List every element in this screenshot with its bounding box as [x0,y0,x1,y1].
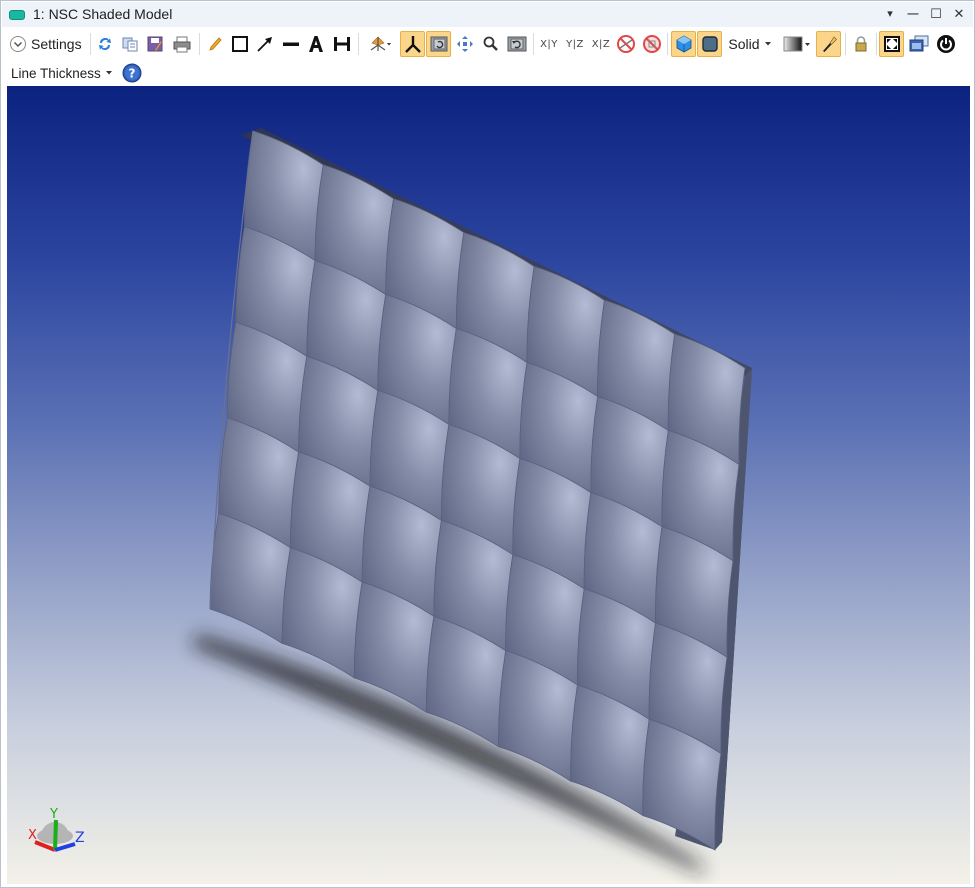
cube-icon [676,35,691,53]
help-button[interactable]: ? [121,60,143,86]
axes-icon [404,36,421,53]
solid-box-icon [701,36,718,52]
view-yz-label: Y|Z [566,38,584,50]
secondary-toolbar: Line Thickness ? [2,59,973,85]
maximize-button[interactable]: ☐ [926,5,946,23]
y-axis-arrow [53,819,58,851]
rotate-view-icon [370,36,391,51]
view-xy-label: X|Y [540,38,558,50]
shaded-cube-button[interactable] [671,31,696,57]
fit-window-button[interactable] [879,31,904,57]
lock-icon [855,36,867,52]
svg-text:?: ? [129,67,136,81]
print-button[interactable] [170,31,194,57]
separator [199,33,200,55]
gradient-icon [783,36,810,52]
hide-objects-button[interactable] [640,31,664,57]
pan-icon [457,36,473,52]
separator [533,33,534,55]
copy-icon [122,37,138,52]
new-window-button[interactable] [907,31,931,57]
window-menu-button[interactable]: ▾ [880,5,900,23]
pencil-icon [209,37,222,51]
dimension-button[interactable] [331,31,353,57]
rotate-view-dropdown[interactable] [364,31,396,57]
zoom-icon [483,36,498,51]
separator [667,33,668,55]
flashlight-icon [822,36,837,52]
power-icon [937,35,955,53]
refresh-button[interactable] [94,31,116,57]
settings-button[interactable]: Settings [9,31,87,57]
no-rays-icon [617,35,635,53]
line-button[interactable] [280,31,302,57]
solid-box-button[interactable] [697,31,722,57]
view-xy-button[interactable]: X|Y [537,31,561,57]
3d-viewport[interactable]: X Y Z [7,86,970,884]
help-icon: ? [122,63,142,83]
window-icon [909,35,929,52]
reset-view-button[interactable] [505,31,529,57]
window-icon [9,10,25,20]
chevron-down-circle-icon [10,36,26,52]
background-gradient-dropdown[interactable] [781,31,813,57]
fit-window-icon [883,36,900,52]
settings-label: Settings [31,36,82,52]
dropdown-arrow-icon [764,42,771,46]
lenslet-array-model [209,128,752,851]
view-xz-button[interactable]: X|Z [589,31,613,57]
close-button[interactable]: ✕ [949,5,969,23]
z-axis-label: Z [75,830,85,846]
arrow-button[interactable] [254,31,276,57]
rectangle-button[interactable] [229,31,251,57]
zoom-fit-button[interactable] [426,31,451,57]
line-icon [283,42,299,46]
separator [358,33,359,55]
line-thickness-dropdown[interactable]: Line Thickness [11,60,117,86]
pencil-button[interactable] [204,31,226,57]
print-icon [173,36,191,53]
x-axis-label: X [28,828,37,843]
arrow-icon [257,37,272,52]
reset-view-icon [507,36,527,52]
pan-button[interactable] [453,31,477,57]
power-button[interactable] [934,31,958,57]
hide-rays-button[interactable] [614,31,638,57]
render-mode-dropdown[interactable]: Solid [726,31,776,57]
window-title: 1: NSC Shaded Model [33,6,173,22]
separator [90,33,91,55]
z-axis-arrow [54,842,76,852]
separator [845,33,846,55]
copy-button[interactable] [119,31,141,57]
text-button[interactable] [305,31,327,57]
save-button[interactable] [144,31,166,57]
nsc-shaded-model-window: 1: NSC Shaded Model ▾ — ☐ ✕ Settings X|Y… [0,0,975,888]
no-objects-icon [643,35,661,53]
view-xz-label: X|Z [591,38,611,50]
text-icon [309,36,323,52]
view-yz-button[interactable]: Y|Z [563,31,587,57]
dropdown-arrow-icon [105,71,112,75]
y-axis-label: Y [49,807,58,822]
separator [876,33,877,55]
axis-triad: X Y Z [28,807,85,852]
lighting-button[interactable] [816,31,841,57]
scene-canvas[interactable]: X Y Z [7,86,970,884]
dimension-icon [334,37,350,51]
render-mode-value: Solid [728,36,760,52]
axes-toggle-button[interactable] [400,31,425,57]
main-toolbar: Settings X|Y Y|Z X|Z Solid [2,29,973,59]
refresh-icon [99,37,111,50]
line-thickness-label: Line Thickness [11,65,101,81]
minimize-button[interactable]: — [903,5,923,23]
zoom-fit-icon [430,36,447,52]
save-icon [147,36,163,52]
lock-button[interactable] [849,31,873,57]
zoom-button[interactable] [479,31,503,57]
rectangle-icon [232,36,248,52]
title-bar: 1: NSC Shaded Model ▾ — ☐ ✕ [2,2,973,27]
